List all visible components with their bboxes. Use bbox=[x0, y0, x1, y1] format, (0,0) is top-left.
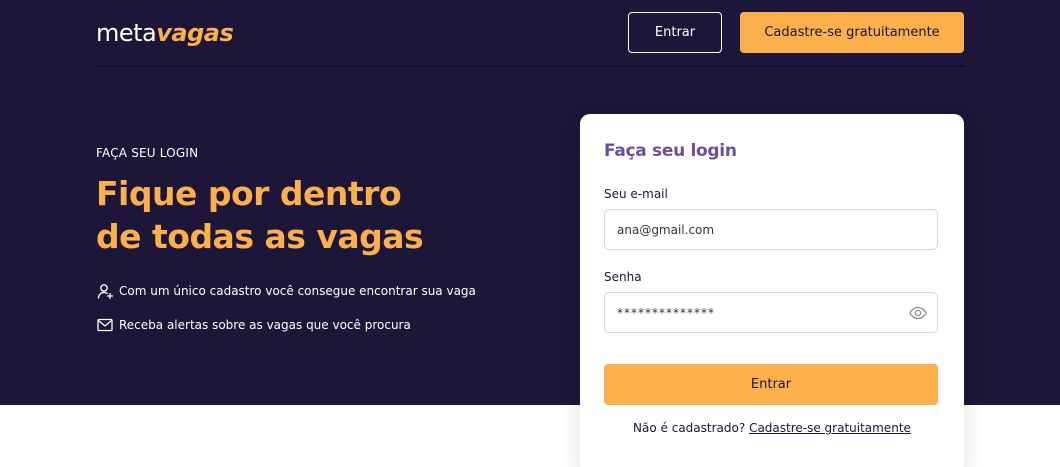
login-submit-button[interactable]: Entrar bbox=[604, 364, 938, 405]
email-label: Seu e-mail bbox=[604, 187, 668, 201]
headline-line-2: de todas as vagas bbox=[96, 217, 424, 256]
email-input[interactable] bbox=[604, 209, 938, 250]
metavagas-logo[interactable]: metavagas bbox=[96, 19, 234, 47]
login-card-title: Faça seu login bbox=[604, 141, 737, 161]
feature-text: Com um único cadastro você consegue enco… bbox=[119, 284, 476, 298]
headline-line-1: Fique por dentro bbox=[96, 174, 402, 213]
header-signup-button[interactable]: Cadastre-se gratuitamente bbox=[740, 12, 964, 53]
password-label: Senha bbox=[604, 270, 642, 284]
mail-icon bbox=[96, 316, 114, 334]
feature-single-signup: Com um único cadastro você consegue enco… bbox=[96, 282, 476, 300]
header-login-button[interactable]: Entrar bbox=[628, 12, 722, 53]
eye-icon[interactable] bbox=[908, 303, 928, 323]
feature-job-alerts: Receba alertas sobre as vagas que você p… bbox=[96, 316, 411, 334]
user-plus-icon bbox=[96, 282, 114, 300]
feature-text: Receba alertas sobre as vagas que você p… bbox=[119, 318, 411, 332]
logo-text-vagas: vagas bbox=[156, 19, 234, 47]
top-header: metavagas Entrar Cadastre-se gratuitamen… bbox=[96, 0, 964, 67]
hero-headline: Fique por dentro de todas as vagas bbox=[96, 172, 536, 258]
logo-text-meta: meta bbox=[96, 19, 157, 47]
hero-eyebrow: FAÇA SEU LOGIN bbox=[96, 146, 199, 160]
signup-prompt-text: Não é cadastrado? bbox=[633, 421, 746, 435]
signup-prompt: Não é cadastrado? Cadastre-se gratuitame… bbox=[580, 421, 964, 435]
login-card: Faça seu login Seu e-mail Senha Entrar N… bbox=[580, 114, 964, 467]
password-input[interactable] bbox=[604, 292, 938, 333]
signup-link[interactable]: Cadastre-se gratuitamente bbox=[749, 421, 911, 435]
